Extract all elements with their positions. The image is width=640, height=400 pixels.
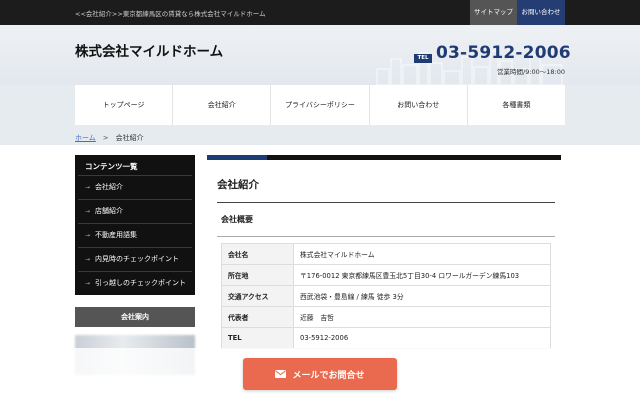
site-tagline: <<会社紹介>>東京都練馬区の賃貸なら株式会社マイルドホーム	[75, 10, 266, 18]
breadcrumb-current: 会社紹介	[115, 134, 144, 142]
phone-number[interactable]: 03-5912-2006	[436, 43, 571, 63]
sidebar-item-label: 内見時のチェックポイント	[95, 255, 180, 263]
sidebar-item-glossary[interactable]: → 不動産用語集	[78, 224, 192, 248]
page-title: 会社紹介	[217, 179, 259, 191]
breadcrumb-home-link[interactable]: ホーム	[75, 134, 96, 142]
sidebar: コンテンツ一覧 → 会社紹介 → 店舗紹介 → 不動産用語集 → 内見時のチェックポイン…	[75, 155, 195, 375]
sidebar-item-label: 会社紹介	[95, 183, 124, 191]
sidebar-item-company[interactable]: → 会社紹介	[78, 176, 192, 200]
breadcrumb: ホーム > 会社紹介	[75, 133, 144, 143]
row-value: 株式会社マイルドホーム	[293, 243, 551, 265]
contact-link-top[interactable]: お問い合わせ	[517, 0, 565, 25]
contents-menu-title: コンテンツ一覧	[78, 158, 192, 176]
mail-button-label: メールでお問合せ	[292, 370, 365, 381]
row-label: 会社名	[221, 243, 294, 265]
arrow-right-icon: →	[85, 232, 91, 239]
top-bar: <<会社紹介>>東京都練馬区の賃貸なら株式会社マイルドホーム サイトマップ お問…	[0, 0, 640, 25]
sidebar-item-label: 不動産用語集	[95, 231, 138, 239]
sidebar-item-label: 店舗紹介	[95, 207, 124, 215]
global-nav: トップページ 会社紹介 プライバシーポリシー お問い合わせ 各種書類	[75, 85, 565, 125]
company-overview-table: 会社名 株式会社マイルドホーム 所在地 〒176-0012 東京都練馬区豊玉北5…	[221, 243, 551, 349]
row-value: 西武池袋・豊島線 / 練馬 徒歩 3分	[293, 285, 551, 307]
main-content: 会社紹介 会社概要 会社名 株式会社マイルドホーム 所在地 〒176-0012 …	[207, 155, 561, 349]
nav-item-company[interactable]: 会社紹介	[173, 85, 272, 125]
company-logo-text[interactable]: 株式会社マイルドホーム	[75, 40, 223, 60]
row-label: 所在地	[221, 264, 294, 286]
row-value: 近藤 吉哲	[293, 306, 551, 328]
table-row: 会社名 株式会社マイルドホーム	[221, 243, 551, 265]
company-guide-title: 会社案内	[75, 307, 195, 327]
breadcrumb-separator: >	[102, 134, 109, 142]
nav-item-documents[interactable]: 各種書類	[468, 85, 565, 125]
sidebar-item-store[interactable]: → 店舗紹介	[78, 200, 192, 224]
row-value: 03-5912-2006	[293, 327, 551, 349]
arrow-right-icon: →	[85, 208, 91, 215]
table-row: TEL 03-5912-2006	[221, 327, 551, 349]
tel-badge: TEL	[414, 54, 432, 63]
nav-item-contact[interactable]: お問い合わせ	[370, 85, 468, 125]
contents-menu: コンテンツ一覧 → 会社紹介 → 店舗紹介 → 不動産用語集 → 内見時のチェックポイン…	[75, 155, 195, 295]
row-value: 〒176-0012 東京都練馬区豊玉北5丁目30-4 ロワールガーデン練馬103	[293, 264, 551, 286]
arrow-right-icon: →	[85, 280, 91, 287]
arrow-right-icon: →	[85, 256, 91, 263]
row-label: 交通アクセス	[221, 285, 294, 307]
envelope-icon	[275, 370, 287, 378]
heading-top-border	[207, 155, 561, 160]
row-label: 代表者	[221, 306, 294, 328]
sidebar-item-moving-checkpoints[interactable]: → 引っ越しのチェックポイント	[78, 272, 192, 295]
mail-inquiry-button[interactable]: メールでお問合せ	[243, 358, 397, 390]
sidebar-item-viewing-checkpoints[interactable]: → 内見時のチェックポイント	[78, 248, 192, 272]
nav-item-privacy[interactable]: プライバシーポリシー	[271, 85, 370, 125]
sidebar-item-label: 引っ越しのチェックポイント	[95, 279, 187, 287]
site-header: 株式会社マイルドホーム TEL 03-5912-2006 営業時間/9:00～1…	[0, 25, 640, 85]
table-row: 交通アクセス 西武池袋・豊島線 / 練馬 徒歩 3分	[221, 285, 551, 307]
arrow-right-icon: →	[85, 184, 91, 191]
sitemap-link[interactable]: サイトマップ	[470, 0, 517, 25]
business-hours: 営業時間/9:00～18:00	[497, 68, 566, 76]
nav-item-top[interactable]: トップページ	[75, 85, 174, 125]
section-title: 会社概要	[217, 203, 555, 237]
table-row: 代表者 近藤 吉哲	[221, 306, 551, 328]
row-label: TEL	[221, 327, 294, 349]
table-row: 所在地 〒176-0012 東京都練馬区豊玉北5丁目30-4 ロワールガーデン練…	[221, 264, 551, 286]
